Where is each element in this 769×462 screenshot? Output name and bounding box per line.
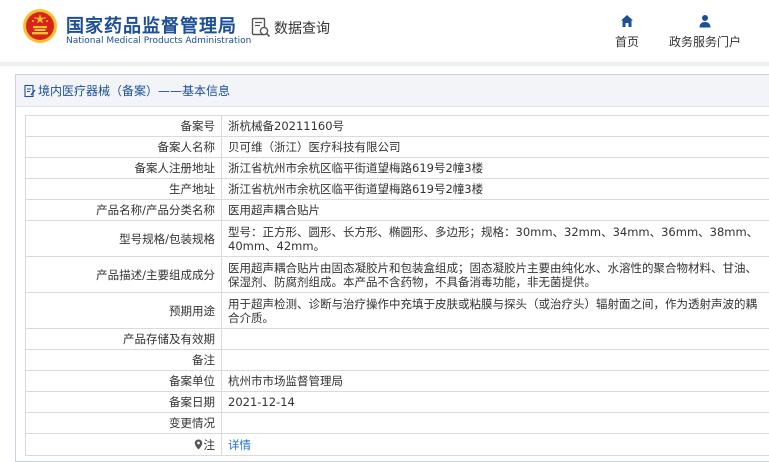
nav-gov-services[interactable]: 政务服务门户 [664, 14, 746, 50]
data-query-label: 数据查询 [274, 21, 330, 37]
table-row: 产品名称/产品分类名称 医用超声耦合贴片 [25, 199, 769, 221]
field-label: 备注 [25, 349, 222, 371]
site-title: 国家药品监督管理局 [66, 16, 237, 37]
field-label: 产品存储及有效期 [25, 328, 222, 350]
nav-home-label: 首页 [614, 35, 639, 49]
field-value: 贝可维（浙江）医疗科技有限公司 [221, 136, 769, 158]
header-divider [0, 62, 769, 66]
record-table: 备案号 浙杭械备20211160号 备案人名称 贝可维（浙江）医疗科技有限公司 … [25, 115, 769, 456]
field-value: 浙江省杭州市余杭区临平街道望梅路619号2幢3楼 [221, 178, 769, 200]
field-value: 用于超声检测、诊断与治疗操作中充填于皮肤或粘膜与探头（或治疗头）辐射面之间，作为… [221, 292, 769, 329]
field-label: 备案人注册地址 [25, 157, 222, 179]
field-label: 型号规格/包装规格 [25, 220, 222, 257]
field-value: 浙江省杭州市余杭区临平街道望梅路619号2幢3楼 [221, 157, 769, 179]
field-label: 备案号 [25, 115, 222, 137]
table-row: 注 详情 [25, 433, 769, 456]
table-row: 变更情况 [25, 412, 769, 434]
field-label: 备案人名称 [25, 136, 222, 158]
table-row: 型号规格/包装规格 型号：正方形、圆形、长方形、椭圆形、多边形；规格：30mm、… [25, 220, 769, 257]
field-value: 杭州市市场监督管理局 [221, 370, 769, 392]
table-row: 备案号 浙杭械备20211160号 [25, 115, 769, 137]
table-row: 备案人名称 贝可维（浙江）医疗科技有限公司 [25, 136, 769, 158]
field-label: 预期用途 [25, 292, 222, 329]
table-row: 备案单位 杭州市市场监督管理局 [25, 370, 769, 392]
table-row: 备案人注册地址 浙江省杭州市余杭区临平街道望梅路619号2幢3楼 [25, 157, 769, 179]
table-row: 生产地址 浙江省杭州市余杭区临平街道望梅路619号2幢3楼 [25, 178, 769, 200]
field-value: 医用超声耦合贴片由固态凝胶片和包装盒组成；固态凝胶片主要由纯化水、水溶性的聚合物… [221, 256, 769, 293]
field-label: 产品描述/主要组成成分 [25, 256, 222, 293]
panel-title: 境内医疗器械（备案）——基本信息 [38, 84, 231, 98]
field-value: 2021-12-14 [221, 391, 769, 413]
user-icon [699, 15, 711, 28]
field-value [221, 412, 769, 434]
field-value: 型号：正方形、圆形、长方形、椭圆形、多边形；规格：30mm、32mm、34mm、… [221, 220, 769, 257]
table-row: 产品描述/主要组成成分 医用超声耦合贴片由固态凝胶片和包装盒组成；固态凝胶片主要… [25, 256, 769, 293]
note-label: 注 [203, 437, 216, 452]
field-value [221, 349, 769, 371]
field-label: 备案日期 [25, 391, 222, 413]
record-panel: 境内医疗器械（备案）——基本信息 备案号 浙杭械备20211160号 备案人名称… [15, 74, 769, 462]
table-row: 预期用途 用于超声检测、诊断与治疗操作中充填于皮肤或粘膜与探头（或治疗头）辐射面… [25, 292, 769, 329]
details-link[interactable]: 详情 [228, 438, 251, 452]
home-icon [621, 15, 633, 27]
field-value: 医用超声耦合贴片 [221, 199, 769, 221]
field-value [221, 328, 769, 350]
table-row: 备案日期 2021-12-14 [25, 391, 769, 413]
location-pin-icon [194, 439, 202, 449]
field-label: 备案单位 [25, 370, 222, 392]
data-query-link[interactable]: 数据查询 [251, 17, 330, 39]
field-value: 浙杭械备20211160号 [221, 115, 769, 137]
note-label-cell: 注 [25, 433, 222, 456]
table-row: 产品存储及有效期 [25, 328, 769, 350]
site-subtitle: National Medical Products Administration [66, 36, 252, 46]
national-emblem-icon [23, 9, 57, 43]
field-value-cell: 详情 [221, 433, 769, 456]
panel-header: 境内医疗器械（备案）——基本信息 [16, 75, 769, 107]
field-label: 产品名称/产品分类名称 [25, 199, 222, 221]
document-edit-icon [24, 84, 36, 97]
field-label: 变更情况 [25, 412, 222, 434]
site-header: 国家药品监督管理局 National Medical Products Admi… [0, 0, 769, 62]
field-label: 生产地址 [25, 178, 222, 200]
document-search-icon [251, 17, 271, 38]
nav-home[interactable]: 首页 [612, 14, 642, 50]
nav-gov-services-label: 政务服务门户 [668, 35, 741, 49]
table-row: 备注 [25, 349, 769, 371]
